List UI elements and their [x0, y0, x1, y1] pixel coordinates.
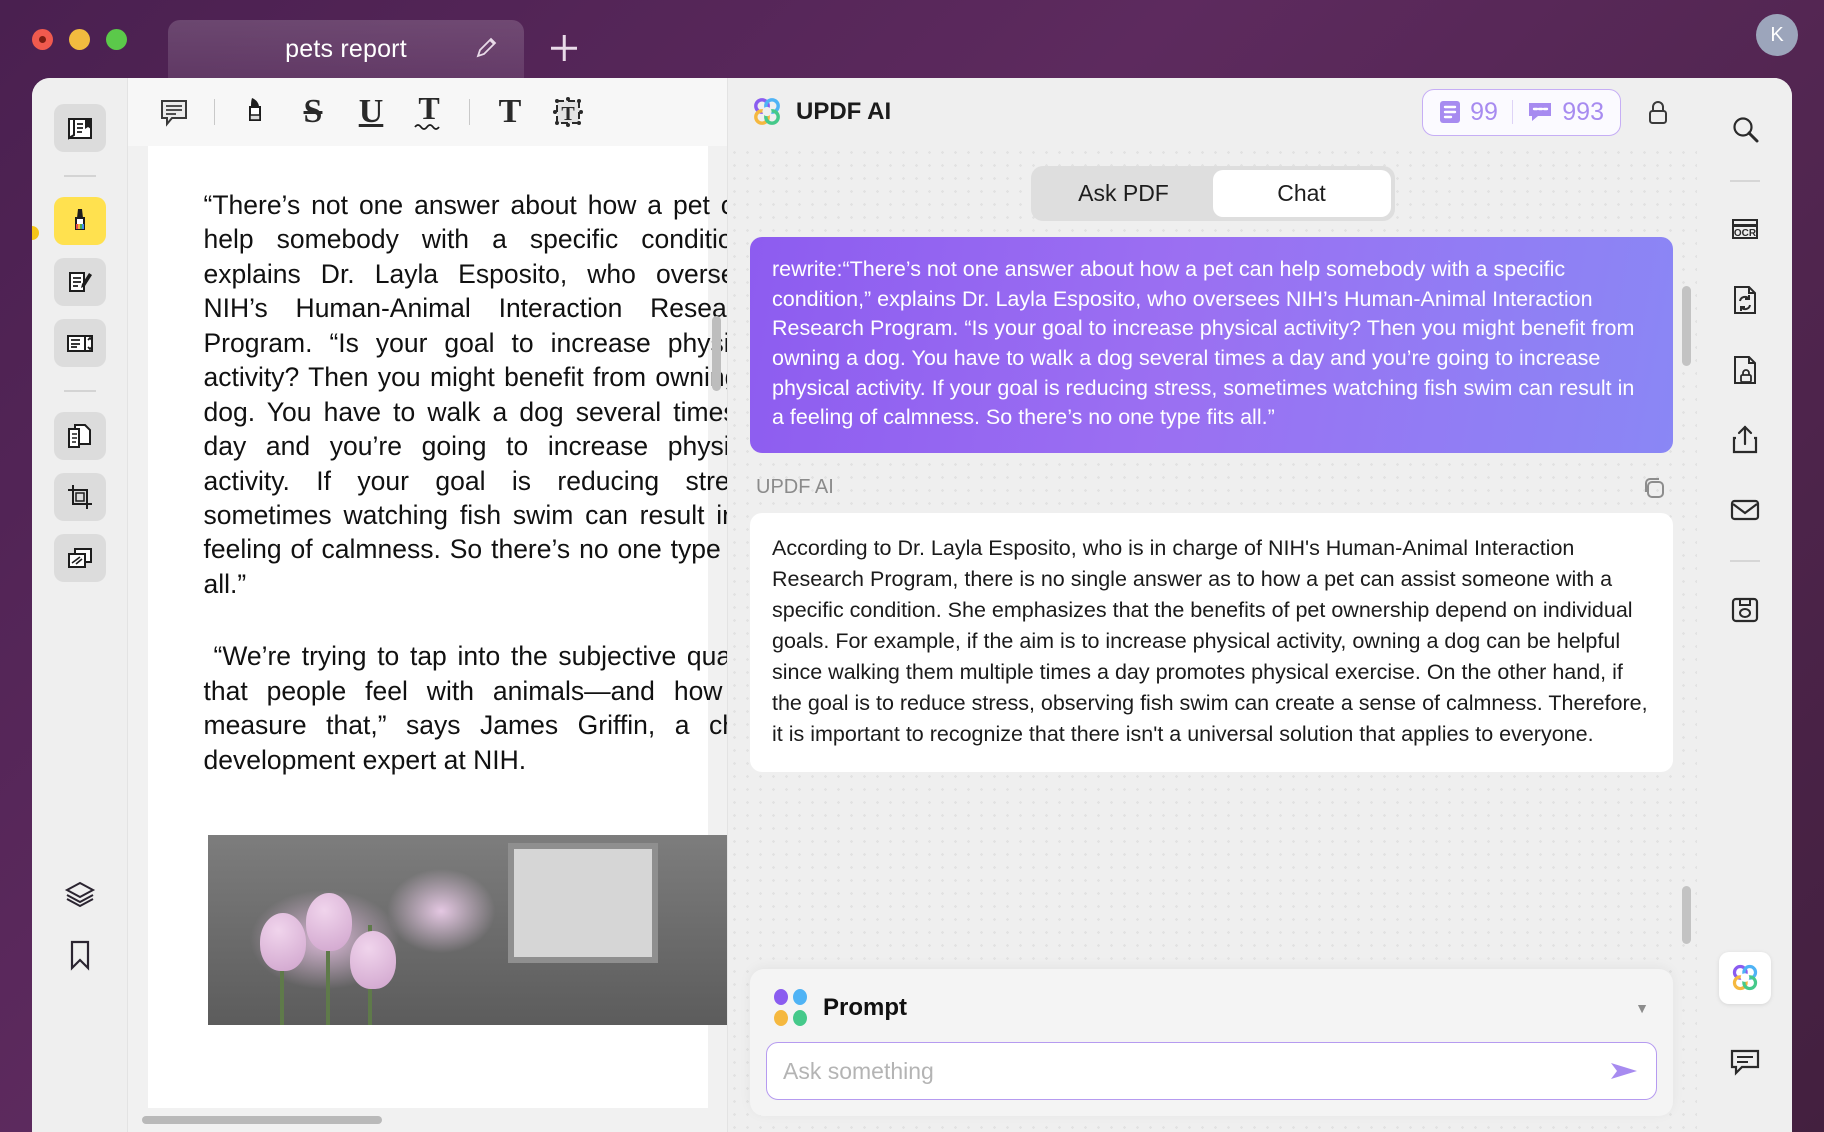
- toolbar-convert[interactable]: [1719, 274, 1771, 326]
- strikethrough-icon[interactable]: S: [285, 88, 341, 136]
- right-toolbar: OCR: [1697, 78, 1792, 1132]
- copy-icon[interactable]: [1639, 473, 1669, 503]
- sidebar-item-layers[interactable]: [54, 870, 106, 918]
- toolbar-search[interactable]: [1719, 104, 1771, 156]
- toolbar-save[interactable]: [1719, 584, 1771, 636]
- panel-handle-indicator[interactable]: [32, 226, 39, 240]
- assistant-message-header: UPDF AI: [750, 453, 1673, 513]
- text-box-icon[interactable]: T: [540, 88, 596, 136]
- comment-icon[interactable]: [146, 88, 202, 136]
- annotation-toolbar: S U T T T: [128, 78, 727, 146]
- sidebar-item-reader[interactable]: [53, 104, 106, 152]
- rail-divider: [1729, 180, 1760, 182]
- prompt-composer: Prompt ▼: [750, 969, 1673, 1116]
- pdf-paragraph-1: “There’s not one answer about how a pet …: [203, 190, 728, 599]
- rail-divider: [1729, 560, 1760, 562]
- document-pages-icon: [1439, 100, 1461, 124]
- pencil-icon[interactable]: [474, 37, 498, 61]
- document-pane: S U T T T “There’s not one answer about …: [127, 78, 727, 1132]
- updf-ai-clover-icon: [750, 95, 784, 129]
- sidebar-item-form[interactable]: [53, 319, 106, 367]
- tab-pets-report[interactable]: pets report: [168, 20, 524, 78]
- prompt-selector[interactable]: Prompt ▼: [766, 983, 1657, 1042]
- close-window-button[interactable]: [32, 28, 53, 50]
- pdf-page-viewport[interactable]: “There’s not one answer about how a pet …: [128, 146, 727, 1108]
- rail-divider: [63, 390, 96, 392]
- toolbar-divider: [469, 99, 470, 125]
- toolbar-share[interactable]: [1719, 414, 1771, 466]
- sidebar-item-batch[interactable]: [53, 534, 106, 582]
- pdf-paragraph-2: “We’re trying to tap into the subjective…: [203, 641, 728, 775]
- credits-divider: [1511, 100, 1514, 124]
- credits-badge[interactable]: 99 993: [1422, 88, 1621, 136]
- tab-chat[interactable]: Chat: [1212, 170, 1391, 217]
- chat-messages: rewrite:“There’s not one answer about ho…: [728, 237, 1697, 772]
- chat-scrollbar-lower[interactable]: [1682, 886, 1691, 944]
- document-vertical-scrollbar[interactable]: [712, 316, 721, 391]
- assistant-message-bubble: According to Dr. Layla Esposito, who is …: [750, 512, 1673, 772]
- prompt-label: Prompt: [823, 993, 907, 1021]
- toolbar-divider: [214, 99, 215, 125]
- pages-credit: 99: [1439, 98, 1498, 127]
- sidebar-item-organize[interactable]: [53, 412, 106, 460]
- highlighter-pen-icon[interactable]: [227, 88, 283, 136]
- pages-credit-value: 99: [1470, 97, 1498, 126]
- updf-ai-panel: UPDF AI 99 993 Ask PDF Chat rewrite:“The…: [727, 78, 1697, 1132]
- sidebar-item-edit-pdf[interactable]: [53, 258, 106, 306]
- plus-icon[interactable]: [546, 30, 582, 66]
- toolbar-email[interactable]: [1719, 484, 1771, 536]
- ai-panel-title: UPDF AI: [796, 98, 892, 125]
- left-toolbar: [32, 78, 127, 1132]
- sidebar-item-crop[interactable]: [53, 473, 106, 521]
- sidebar-item-comment[interactable]: [53, 197, 106, 245]
- window-title-bar: pets report K: [0, 0, 1824, 78]
- toolbar-updf-ai[interactable]: [1718, 952, 1771, 1004]
- rail-divider: [63, 175, 96, 177]
- minimize-window-button[interactable]: [69, 28, 90, 50]
- toolbar-protect[interactable]: [1719, 344, 1771, 396]
- svg-text:OCR: OCR: [1733, 228, 1756, 239]
- right-toolbar-bottom: [1697, 952, 1792, 1106]
- document-horizontal-scrollbar[interactable]: [142, 1116, 382, 1124]
- chat-scrollbar-upper[interactable]: [1682, 286, 1691, 366]
- svg-text:T: T: [561, 103, 575, 125]
- left-toolbar-bottom: [32, 870, 127, 1132]
- user-message-bubble: rewrite:“There’s not one answer about ho…: [750, 237, 1673, 453]
- avatar[interactable]: K: [1756, 14, 1798, 56]
- ask-input[interactable]: [783, 1057, 1606, 1085]
- tab-ask-pdf[interactable]: Ask PDF: [1035, 170, 1213, 217]
- text-icon[interactable]: T: [482, 88, 538, 136]
- sidebar-item-bookmark[interactable]: [54, 931, 106, 979]
- zoom-window-button[interactable]: [106, 28, 127, 50]
- tab-title: pets report: [285, 34, 407, 63]
- toolbar-comments[interactable]: [1719, 1036, 1771, 1088]
- underline-icon[interactable]: U: [343, 88, 399, 136]
- squiggly-underline-icon[interactable]: T: [401, 88, 457, 136]
- chat-credit: 993: [1527, 98, 1604, 127]
- assistant-label: UPDF AI: [756, 476, 834, 499]
- segmented-control: Ask PDF Chat: [1030, 166, 1395, 221]
- send-arrow-icon[interactable]: [1606, 1057, 1642, 1085]
- pdf-page: “There’s not one answer about how a pet …: [147, 146, 727, 1108]
- ai-panel-header: UPDF AI 99 993: [728, 78, 1697, 146]
- chat-bubble-icon: [1527, 101, 1553, 123]
- avatar-initial: K: [1770, 23, 1784, 46]
- traffic-lights: [32, 28, 152, 50]
- pdf-embedded-photo: [207, 835, 727, 1025]
- toolbar-ocr[interactable]: OCR: [1719, 204, 1771, 256]
- document-horizontal-scrollbar-track[interactable]: [128, 1108, 727, 1132]
- lock-icon[interactable]: [1645, 99, 1671, 125]
- chat-credit-value: 993: [1562, 97, 1604, 126]
- chevron-down-icon[interactable]: ▼: [1635, 1000, 1649, 1016]
- four-dots-icon: [774, 989, 807, 1026]
- chat-mode-tabs: Ask PDF Chat: [728, 146, 1697, 235]
- application-window: S U T T T “There’s not one answer about …: [32, 78, 1792, 1132]
- ask-input-row[interactable]: [766, 1042, 1657, 1100]
- tab-strip: pets report: [168, 0, 582, 78]
